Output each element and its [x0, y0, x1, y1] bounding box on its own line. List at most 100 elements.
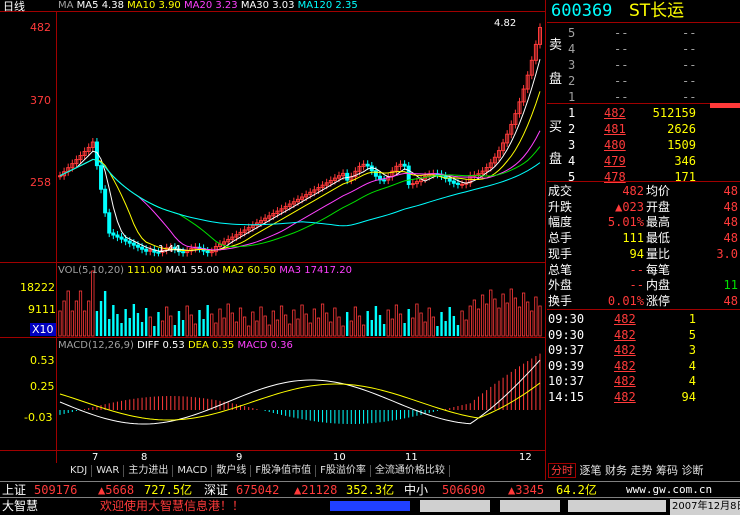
volume-bar [398, 313, 403, 337]
kline-chart-canvas[interactable] [0, 0, 545, 470]
volume-bar [353, 306, 357, 337]
tab-fenshi[interactable]: 分时 [548, 463, 576, 478]
volume-bar [485, 303, 489, 337]
volume-bar [366, 311, 369, 336]
tab-war[interactable]: WAR [92, 465, 125, 477]
volume-bar [108, 319, 111, 336]
candle-body [140, 246, 145, 250]
volume-bar [87, 300, 91, 337]
buy-volume: 512159 [652, 106, 696, 120]
ma20-legend: MA20 [183, 0, 213, 11]
month-label: 9 [236, 452, 243, 463]
sell-row[interactable]: 5 -- -- [548, 25, 740, 41]
tab-caiwu[interactable]: 财务 [605, 464, 627, 477]
quote-row: 成交 482 均价 48 [548, 184, 738, 198]
period-label[interactable]: 日线 [3, 0, 25, 13]
tab-macd[interactable]: MACD [173, 465, 213, 477]
volume-bar [210, 313, 214, 337]
diff-line [59, 359, 541, 425]
volume-bar [144, 308, 148, 336]
tab-zhulijinchu[interactable]: 主力进出 [124, 465, 174, 477]
volume-bar [173, 325, 177, 336]
tab-full-circulation[interactable]: 全流通价格比较 [371, 465, 450, 477]
volume-bar [440, 312, 443, 336]
quote-row: 换手 0.01% 涨停 48 [548, 293, 738, 308]
volume-bar [530, 310, 534, 337]
website-url[interactable]: www.gw.com.cn [626, 482, 712, 498]
candle-body [144, 248, 149, 252]
volume-bar [296, 318, 300, 337]
tab-zhenduan[interactable]: 诊断 [682, 464, 704, 477]
zx-index: 506690 [442, 483, 486, 497]
sz-label[interactable]: 深证 [204, 482, 228, 498]
volume-bar [234, 321, 239, 337]
volume-bar [320, 303, 325, 337]
candle-body [103, 188, 108, 214]
sell-row[interactable]: 2 -- -- [548, 73, 740, 89]
volume-bar [95, 311, 99, 336]
tab-zhubi[interactable]: 逐笔 [580, 464, 602, 477]
candle-body [373, 170, 378, 177]
volume-bar [198, 310, 201, 336]
high-price-mark: 4.82 [494, 18, 517, 29]
brand-name[interactable]: 大智慧 [2, 498, 38, 514]
volume-bar [308, 322, 312, 337]
stock-code[interactable]: 600369 [551, 1, 612, 21]
volume-bar [116, 314, 119, 336]
tick-row: 09:30 482 1 [548, 312, 696, 326]
volume-bar [452, 316, 456, 336]
candle-body [451, 180, 456, 184]
sh-change: ▲5668 [98, 483, 135, 497]
zx-change: ▲3345 [508, 483, 545, 497]
tab-sanhuxian[interactable]: 散户线 [212, 465, 252, 477]
volume-bar [284, 314, 288, 337]
price-axis-label: 370 [30, 94, 51, 107]
volume-bar [480, 294, 485, 337]
volume-bar [513, 297, 517, 337]
quote-row: 升跌 ▲023 开盘 48 [548, 199, 738, 214]
volume-axis-label: 9111 [28, 303, 56, 316]
buy-row[interactable]: 2 481 2626 [548, 121, 740, 137]
volume-bar [403, 323, 406, 336]
tab-zoushi[interactable]: 走势 [631, 464, 653, 477]
sh-label[interactable]: 上证 [2, 482, 26, 498]
volume-bar [259, 306, 263, 337]
sell-row[interactable]: 4 -- -- [548, 41, 740, 57]
ma120-line [59, 158, 541, 227]
sell-row[interactable]: 3 -- -- [548, 57, 740, 73]
zx-label[interactable]: 中小 [404, 482, 428, 498]
volume-bar [218, 308, 222, 337]
tab-f-nav[interactable]: F股净值市值 [251, 465, 317, 477]
volume-bar [300, 304, 304, 337]
volume-bar [489, 289, 493, 337]
candle-body [181, 251, 186, 254]
tab-f-premium[interactable]: F股溢价率 [316, 465, 371, 477]
tick-row: 10:37 482 4 [548, 374, 696, 389]
tick-row: 09:37 482 3 [548, 343, 696, 358]
macd-axis-label: -0.03 [24, 411, 53, 424]
buy-row[interactable]: 1 482 512159 [548, 105, 740, 121]
month-label: 8 [141, 452, 148, 463]
volume-bar [193, 323, 197, 337]
volume-bar [407, 309, 410, 336]
stock-name[interactable]: ST长运 [629, 1, 684, 21]
ma10-line [59, 91, 541, 251]
volume-bar [357, 315, 362, 337]
volume-bar [472, 299, 476, 337]
volume-bar [411, 317, 415, 337]
buy-row[interactable]: 3 480 1509 [548, 137, 740, 153]
volume-bar [136, 313, 140, 336]
candle-body [135, 244, 140, 248]
volume-bar [91, 270, 95, 337]
volume-bar [415, 303, 419, 337]
volume-bar [148, 316, 152, 337]
tab-kdj[interactable]: KDJ [66, 465, 93, 477]
volume-bar [341, 325, 345, 337]
volume-bar [448, 307, 451, 336]
volume-bar [112, 305, 115, 336]
tab-chouma[interactable]: 筹码 [656, 464, 678, 477]
ma10-legend: MA10 [127, 0, 156, 11]
volume-bar [275, 319, 280, 337]
buy-row[interactable]: 4 479 346 [548, 153, 740, 169]
month-label: 11 [405, 452, 418, 463]
